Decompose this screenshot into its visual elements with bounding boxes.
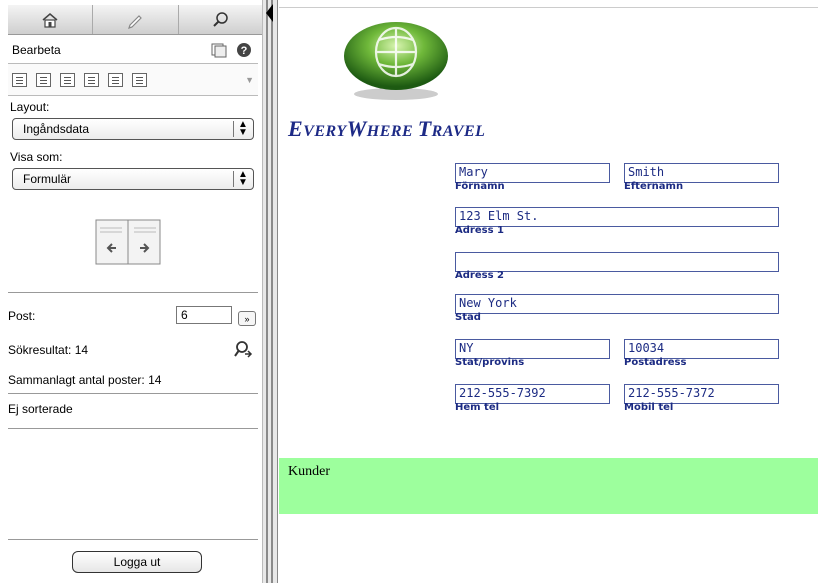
record-number-input[interactable] [176, 306, 232, 324]
show-all-records-icon[interactable] [233, 340, 253, 360]
footer-table-name: Kunder [288, 464, 330, 479]
company-name-part: E [288, 116, 304, 141]
postal-field: 10034 Postadress [624, 339, 779, 369]
select-arrows-icon: ▲ ▼ [233, 120, 248, 138]
svg-text:?: ? [241, 45, 248, 57]
company-name-part: HERE [366, 123, 418, 140]
post-label: Post: [8, 309, 36, 323]
city-label: Stad [455, 312, 481, 323]
edit-mode-button[interactable] [93, 5, 179, 34]
first-name-field: Mary Förnamn [455, 163, 610, 193]
home-phone-field: 212-555-7392 Hem tel [455, 384, 610, 414]
show-all-icon[interactable] [132, 72, 147, 87]
sidebar-title: Bearbeta [12, 42, 61, 57]
chevron-down-icon[interactable]: ▼ [245, 75, 254, 85]
address2-input[interactable] [455, 252, 779, 272]
mode-toolbar [8, 5, 263, 35]
search-results-row: Sökresultat: 14 [8, 340, 258, 360]
duplicate-record-icon[interactable] [36, 72, 51, 87]
sort-status-text: Ej sorterade [8, 402, 73, 416]
mobile-phone-field: 212-555-7372 Mobil tel [624, 384, 779, 414]
total-records-text: Sammanlagt antal poster: 14 [8, 373, 162, 387]
mobile-phone-label: Mobil tel [624, 402, 674, 413]
company-name: EVERYWHERE TRAVEL [288, 116, 485, 142]
records-icon[interactable] [210, 42, 228, 58]
search-results-text: Sökresultat: 14 [8, 343, 89, 357]
divider [8, 292, 258, 293]
postal-input[interactable]: 10034 [624, 339, 779, 359]
globe-logo [344, 22, 448, 100]
home-phone-input[interactable]: 212-555-7392 [455, 384, 610, 404]
go-to-record-button[interactable]: » [238, 311, 256, 326]
company-name-part: RAVEL [431, 123, 486, 140]
delete-record-icon[interactable] [60, 72, 75, 87]
select-arrows-icon: ▲ ▼ [233, 170, 248, 188]
collapse-sidebar-icon[interactable] [266, 4, 273, 22]
divider [8, 428, 258, 429]
sort-status-row: Ej sorterade [8, 399, 258, 419]
omit-record-icon[interactable] [84, 72, 99, 87]
state-input[interactable]: NY [455, 339, 610, 359]
browse-mode-button[interactable] [8, 5, 94, 34]
layout-select-value: Ingåndsdata [23, 122, 90, 136]
state-label: Stat/provins [455, 357, 525, 368]
home-icon [42, 12, 58, 28]
layout-label: Layout: [10, 100, 50, 114]
address2-field: Adress 2 [455, 252, 779, 282]
logout-button[interactable]: Logga ut [72, 551, 202, 573]
city-field: New York Stad [455, 294, 779, 324]
help-icon[interactable]: ? [236, 42, 252, 58]
sort-icon[interactable] [108, 72, 123, 87]
new-record-icon[interactable] [12, 72, 27, 87]
last-name-input[interactable]: Smith [624, 163, 779, 183]
record-tools-row: ▼ [8, 64, 258, 96]
pane-splitter[interactable] [262, 0, 278, 583]
postal-label: Postadress [624, 357, 687, 368]
first-name-input[interactable]: Mary [455, 163, 610, 183]
company-name-part: VERY [303, 123, 347, 140]
total-records-row: Sammanlagt antal poster: 14 [8, 370, 258, 390]
pencil-icon [128, 14, 143, 29]
view-as-select-value: Formulär [23, 172, 72, 186]
logout-label: Logga ut [113, 555, 161, 569]
last-name-field: Smith Efternamn [624, 163, 779, 193]
layout-select[interactable]: Ingåndsdata ▲ ▼ [12, 118, 254, 140]
sidebar-header: Bearbeta ? [8, 36, 258, 64]
first-name-label: Förnamn [455, 181, 505, 192]
find-mode-button[interactable] [179, 5, 263, 34]
view-as-label: Visa som: [10, 150, 63, 164]
address2-label: Adress 2 [455, 270, 504, 281]
footer-band [279, 458, 818, 514]
search-icon [213, 11, 228, 27]
city-input[interactable]: New York [455, 294, 779, 314]
divider [8, 539, 258, 540]
book-navigation-icon[interactable] [92, 218, 164, 266]
sidebar: Bearbeta ? ▼ Layout: Ingåndsdata ▲ ▼ Vis… [0, 0, 263, 583]
address1-label: Adress 1 [455, 225, 504, 236]
address1-field: 123 Elm St. Adress 1 [455, 207, 779, 237]
go-to-record-label: » [244, 313, 250, 324]
state-field: NY Stat/provins [455, 339, 610, 369]
address1-input[interactable]: 123 Elm St. [455, 207, 779, 227]
home-phone-label: Hem tel [455, 402, 500, 413]
mobile-phone-input[interactable]: 212-555-7372 [624, 384, 779, 404]
last-name-label: Efternamn [624, 181, 684, 192]
company-name-part: T [417, 116, 432, 141]
divider [8, 393, 258, 394]
divider [279, 7, 818, 8]
view-as-select[interactable]: Formulär ▲ ▼ [12, 168, 254, 190]
company-name-part: W [346, 116, 367, 141]
